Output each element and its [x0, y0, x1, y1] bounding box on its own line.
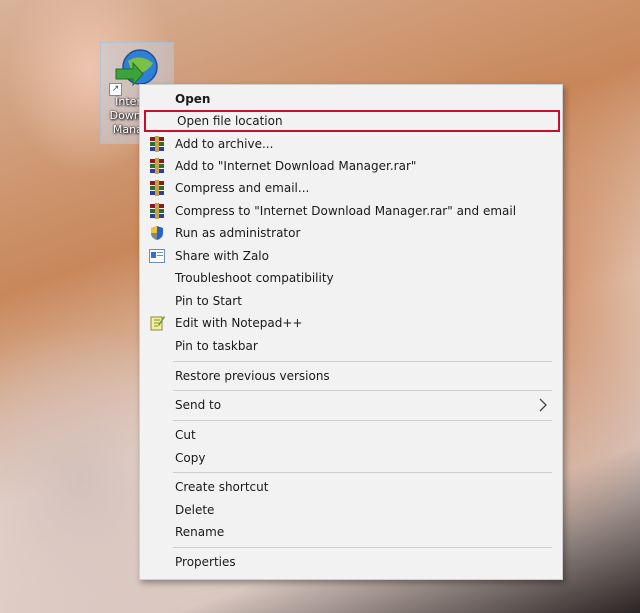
menu-item-label: Rename: [175, 525, 225, 539]
menu-item-compress-and-email[interactable]: Compress and email...: [142, 177, 560, 199]
menu-item-label: Pin to taskbar: [175, 339, 258, 353]
menu-item-open[interactable]: Open: [142, 88, 560, 110]
menu-item-troubleshoot-compatibility[interactable]: Troubleshoot compatibility: [142, 267, 560, 289]
winrar-icon: [150, 180, 164, 196]
menu-item-label: Copy: [175, 451, 206, 465]
menu-separator: [173, 472, 552, 473]
shield-icon: [151, 226, 163, 240]
menu-item-pin-to-taskbar[interactable]: Pin to taskbar: [142, 335, 560, 357]
menu-item-compress-to-rar-and-email[interactable]: Compress to "Internet Download Manager.r…: [142, 200, 560, 222]
menu-item-restore-previous-versions[interactable]: Restore previous versions: [142, 365, 560, 387]
menu-item-delete[interactable]: Delete: [142, 499, 560, 521]
menu-item-send-to[interactable]: Send to: [142, 394, 560, 416]
notepad-plus-plus-icon: [150, 316, 165, 331]
menu-item-label: Properties: [175, 555, 236, 569]
menu-item-cut[interactable]: Cut: [142, 424, 560, 446]
context-menu: Open Open file location Add to archive..…: [139, 84, 563, 580]
menu-item-rename[interactable]: Rename: [142, 521, 560, 543]
menu-item-run-as-administrator[interactable]: Run as administrator: [142, 222, 560, 244]
zalo-icon: [149, 249, 165, 263]
menu-item-create-shortcut[interactable]: Create shortcut: [142, 476, 560, 498]
menu-item-label: Compress and email...: [175, 181, 310, 195]
menu-item-copy[interactable]: Copy: [142, 447, 560, 469]
chevron-right-icon: [539, 398, 547, 412]
menu-item-label: Cut: [175, 428, 196, 442]
menu-separator: [173, 361, 552, 362]
menu-item-label: Add to "Internet Download Manager.rar": [175, 159, 417, 173]
menu-item-label: Add to archive...: [175, 137, 274, 151]
menu-separator: [173, 547, 552, 548]
menu-item-label: Edit with Notepad++: [175, 316, 303, 330]
menu-item-label: Open: [175, 92, 211, 106]
menu-item-pin-to-start[interactable]: Pin to Start: [142, 290, 560, 312]
winrar-icon: [150, 158, 164, 174]
winrar-icon: [150, 203, 164, 219]
menu-item-label: Send to: [175, 398, 222, 412]
menu-item-add-to-archive[interactable]: Add to archive...: [142, 133, 560, 155]
menu-item-label: Share with Zalo: [175, 249, 269, 263]
menu-separator: [173, 420, 552, 421]
menu-item-label: Compress to "Internet Download Manager.r…: [175, 204, 517, 218]
menu-item-open-file-location[interactable]: Open file location: [144, 110, 560, 132]
menu-separator: [173, 390, 552, 391]
menu-item-add-to-rar[interactable]: Add to "Internet Download Manager.rar": [142, 155, 560, 177]
menu-item-label: Run as administrator: [175, 226, 301, 240]
menu-item-label: Open file location: [177, 114, 283, 128]
winrar-icon: [150, 136, 164, 152]
menu-item-share-with-zalo[interactable]: Share with Zalo: [142, 245, 560, 267]
menu-item-label: Troubleshoot compatibility: [175, 271, 334, 285]
menu-item-properties[interactable]: Properties: [142, 551, 560, 573]
menu-item-label: Create shortcut: [175, 480, 269, 494]
menu-item-label: Restore previous versions: [175, 369, 330, 383]
menu-item-label: Delete: [175, 503, 215, 517]
menu-item-edit-with-notepad-plus-plus[interactable]: Edit with Notepad++: [142, 312, 560, 334]
menu-item-label: Pin to Start: [175, 294, 242, 308]
